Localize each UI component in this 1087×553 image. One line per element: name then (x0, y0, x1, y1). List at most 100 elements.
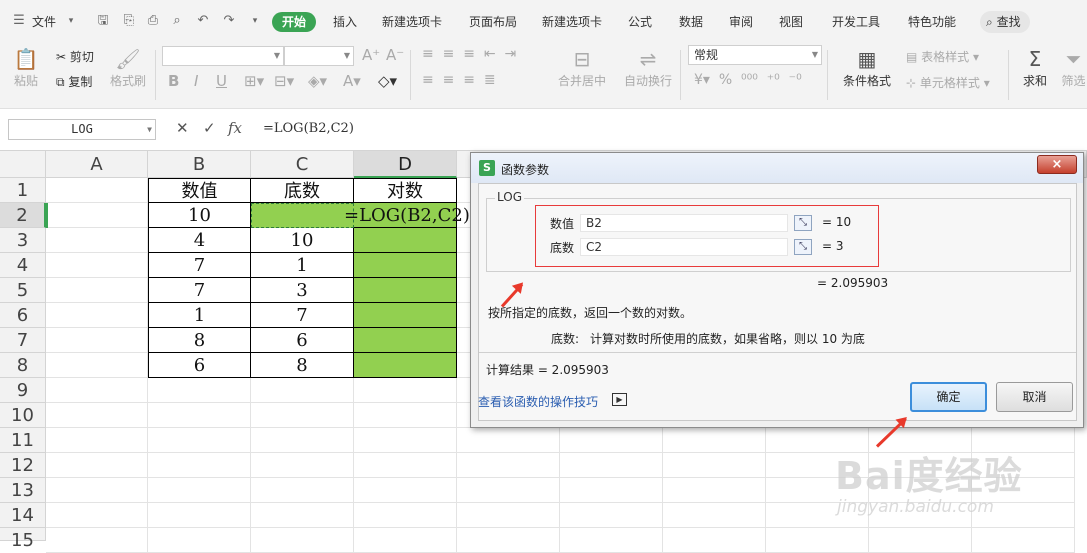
search-button[interactable]: ⌕ 查找 (980, 11, 1030, 33)
cell-c2[interactable] (251, 203, 354, 228)
merge-center-button[interactable]: ⊟ 合并居中 (550, 46, 614, 89)
row-header[interactable]: 7 (0, 328, 46, 353)
fill-icon[interactable]: ⊟▾ (274, 72, 294, 90)
row-header[interactable]: 12 (0, 453, 46, 478)
tab-new-2[interactable]: 新建选项卡 (542, 12, 602, 32)
grid-cell[interactable] (457, 453, 560, 478)
print-preview-icon[interactable]: ⌕ (168, 12, 186, 30)
cancel-formula-icon[interactable]: ✕ (176, 119, 189, 137)
grid-cell[interactable] (148, 453, 251, 478)
grid-cell[interactable] (251, 378, 354, 403)
format-painter-button[interactable]: 🖌 格式刷 (108, 46, 148, 89)
cell-d8[interactable] (354, 353, 457, 378)
confirm-formula-icon[interactable]: ✓ (203, 119, 216, 137)
arg-input-number[interactable]: B2 (580, 214, 788, 232)
quick-access-dropdown-icon[interactable]: ▾ (246, 12, 264, 30)
cell-style-button[interactable]: ⊹ 单元格样式 ▾ (906, 74, 990, 91)
tab-view[interactable]: 视图 (779, 12, 803, 32)
row-header[interactable]: 5 (0, 278, 46, 303)
grid-cell[interactable] (46, 378, 148, 403)
font-size-select[interactable]: ▼ (284, 46, 354, 66)
chevron-down-icon[interactable]: ▾ (62, 12, 80, 30)
cell-d2-editing[interactable]: =LOG(B2,C2) (344, 203, 470, 228)
cell-c5[interactable]: 3 (251, 278, 354, 303)
cell-c1[interactable]: 底数 (251, 178, 354, 203)
grid-cell[interactable] (354, 378, 457, 403)
font-color-icon[interactable]: A▾ (343, 72, 361, 90)
clear-format-icon[interactable]: ◇▾ (378, 72, 397, 90)
grid-cell[interactable] (354, 453, 457, 478)
cell-b6[interactable]: 1 (148, 303, 251, 328)
select-all-corner[interactable] (0, 151, 46, 178)
grid-cell[interactable] (251, 478, 354, 503)
cell-b7[interactable]: 8 (148, 328, 251, 353)
grid-cell[interactable] (663, 453, 766, 478)
grid-cell[interactable] (46, 453, 148, 478)
tab-formulas[interactable]: 公式 (628, 12, 652, 32)
file-menu[interactable]: 文件 (32, 12, 56, 32)
conditional-format-button[interactable]: ▦ 条件格式 (836, 46, 898, 89)
grid-cell[interactable] (46, 278, 148, 303)
grid-cell[interactable] (457, 428, 560, 453)
help-link[interactable]: 查看该函数的操作技巧 (478, 393, 598, 410)
grid-cell[interactable] (46, 503, 148, 528)
cell-c6[interactable]: 7 (251, 303, 354, 328)
grid-cell[interactable] (663, 478, 766, 503)
row-header[interactable]: 11 (0, 428, 46, 453)
grid-cell[interactable] (46, 228, 148, 253)
grid-cell[interactable] (46, 478, 148, 503)
grid-cell[interactable] (354, 478, 457, 503)
grid-cell[interactable] (251, 403, 354, 428)
insert-function-icon[interactable]: fx (228, 119, 242, 137)
dialog-title-bar[interactable]: S 函数参数 × (471, 153, 1083, 183)
cell-b4[interactable]: 7 (148, 253, 251, 278)
grid-cell[interactable] (560, 428, 663, 453)
increase-font-icon[interactable]: A⁺ (362, 46, 380, 64)
cell-d5[interactable] (354, 278, 457, 303)
cell-d7[interactable] (354, 328, 457, 353)
cell-b1[interactable]: 数值 (148, 178, 251, 203)
cell-d6[interactable] (354, 303, 457, 328)
paste-button[interactable]: 📋 粘贴 (8, 46, 44, 89)
tab-data[interactable]: 数据 (679, 12, 703, 32)
grid-cell[interactable] (251, 503, 354, 528)
bold-icon[interactable]: B (168, 72, 179, 90)
row-header[interactable]: 13 (0, 478, 46, 503)
align-top-icon[interactable]: ≡ ≡ ≡ ⇤ ⇥ (422, 46, 516, 62)
undo-icon[interactable]: ↶ (194, 12, 212, 30)
border-icon[interactable]: ⊞▾ (244, 72, 264, 90)
tab-developer[interactable]: 开发工具 (832, 12, 880, 32)
number-format-select[interactable]: 常规 ▼ (688, 45, 822, 65)
grid-cell[interactable] (560, 478, 663, 503)
redo-icon[interactable]: ↷ (220, 12, 238, 30)
row-header[interactable]: 15 (0, 528, 46, 551)
grid-cell[interactable] (663, 428, 766, 453)
row-header[interactable]: 6 (0, 303, 46, 328)
name-box[interactable]: LOG ▼ (8, 119, 156, 140)
row-header[interactable]: 1 (0, 178, 46, 203)
italic-icon[interactable]: I (194, 72, 198, 90)
column-header-c[interactable]: C (251, 151, 354, 178)
tab-features[interactable]: 特色功能 (908, 12, 956, 32)
cell-c8[interactable]: 8 (251, 353, 354, 378)
tab-insert[interactable]: 插入 (333, 12, 357, 32)
tab-home[interactable]: 开始 (272, 12, 317, 32)
cell-c7[interactable]: 6 (251, 328, 354, 353)
range-picker-icon[interactable]: ⤡ (794, 239, 812, 255)
tab-page-layout[interactable]: 页面布局 (469, 12, 517, 32)
grid-cell[interactable] (46, 328, 148, 353)
cancel-button[interactable]: 取消 (996, 382, 1073, 412)
grid-cell[interactable] (46, 178, 148, 203)
grid-cell[interactable] (46, 403, 148, 428)
grid-cell[interactable] (148, 478, 251, 503)
cut-button[interactable]: ✂ 剪切 (56, 48, 94, 65)
cell-d4[interactable] (354, 253, 457, 278)
row-header[interactable]: 10 (0, 403, 46, 428)
grid-cell[interactable] (354, 503, 457, 528)
formula-input[interactable]: =LOG(B2,C2) (263, 121, 354, 136)
cell-c4[interactable]: 1 (251, 253, 354, 278)
cell-b2[interactable]: 10 (148, 203, 251, 228)
row-header[interactable]: 2 (0, 203, 46, 228)
grid-cell[interactable] (560, 453, 663, 478)
cell-b5[interactable]: 7 (148, 278, 251, 303)
